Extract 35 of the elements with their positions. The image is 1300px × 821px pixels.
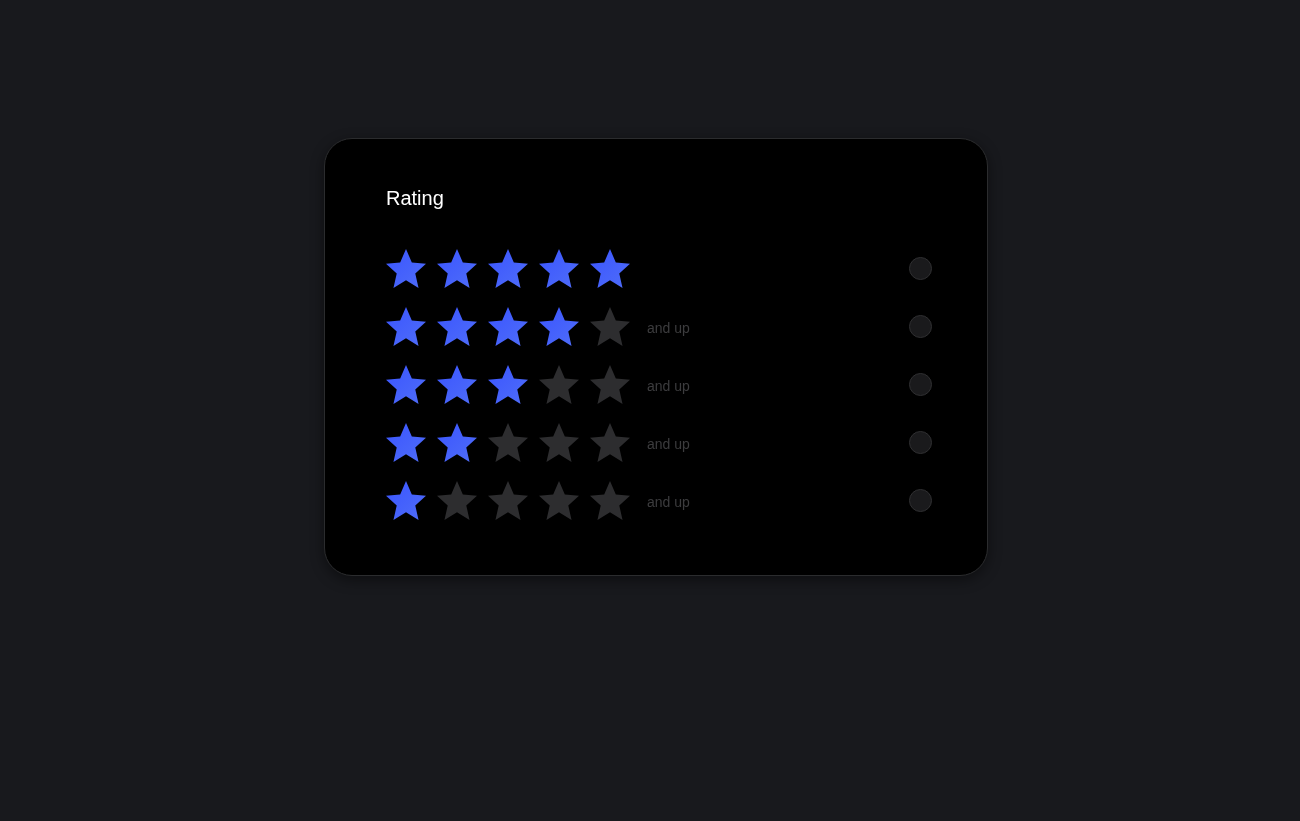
- star-icon: [386, 480, 426, 520]
- star-icon: [488, 248, 528, 288]
- star-icon: [386, 248, 426, 288]
- radio-button[interactable]: [909, 256, 932, 280]
- and-up-label: and up: [647, 377, 690, 395]
- star-icon: [488, 364, 528, 404]
- star-icon: [437, 306, 477, 346]
- star-icon: [539, 480, 579, 520]
- star-icon: [590, 480, 630, 520]
- star-icon: [437, 248, 477, 288]
- star-icon: [386, 306, 426, 346]
- star-icon: [590, 306, 630, 346]
- star-icon: [386, 364, 426, 404]
- star-icon: [539, 248, 579, 288]
- star-icon: [437, 422, 477, 462]
- star-icon: [488, 306, 528, 346]
- and-up-label: and up: [647, 319, 690, 337]
- and-up-label: and up: [647, 435, 690, 453]
- star-icon: [437, 364, 477, 404]
- star-icon: [488, 480, 528, 520]
- rating-title: Rating: [386, 186, 444, 211]
- and-up-label: and up: [647, 493, 690, 511]
- star-icon: [590, 248, 630, 288]
- star-icon: [437, 480, 477, 520]
- radio-button[interactable]: [909, 372, 932, 396]
- star-icon: [539, 306, 579, 346]
- radio-button[interactable]: [909, 488, 932, 512]
- star-icon: [590, 364, 630, 404]
- star-icon: [386, 422, 426, 462]
- star-icon: [539, 422, 579, 462]
- radio-button[interactable]: [909, 430, 932, 454]
- star-icon: [590, 422, 630, 462]
- star-icon: [488, 422, 528, 462]
- radio-button[interactable]: [909, 314, 932, 338]
- star-icon: [539, 364, 579, 404]
